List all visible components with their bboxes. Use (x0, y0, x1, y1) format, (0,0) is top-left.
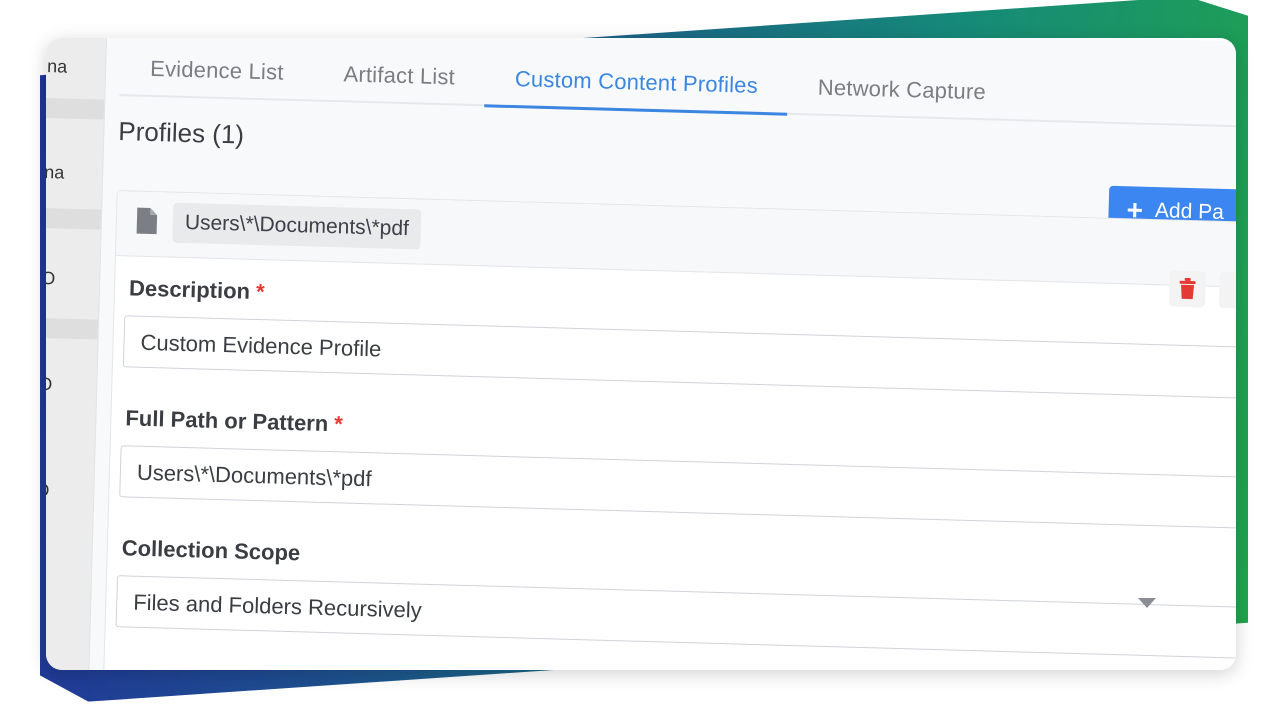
trash-icon (1179, 277, 1196, 300)
delete-profile-button[interactable] (1168, 270, 1206, 308)
sidebar-band (46, 97, 105, 120)
scope-label: Collection Scope (121, 535, 301, 566)
sidebar-text-fragment: na (46, 56, 68, 77)
description-label-text: Description (128, 275, 251, 304)
path-label: Full Path or Pattern * (125, 405, 343, 437)
profile-path-chip: Users\*\Documents\*pdf (172, 202, 422, 250)
sidebar-text-fragment: O (46, 373, 53, 395)
description-label: Description * (129, 275, 265, 305)
profile-card-header[interactable]: Users\*\Documents\*pdf (115, 191, 1236, 289)
document-icon (136, 207, 158, 235)
sidebar-text-fragment: O (46, 267, 56, 289)
description-input[interactable]: Custom Evidence Profile (122, 315, 1236, 400)
tab-custom-content-profiles[interactable]: Custom Content Profiles (484, 46, 789, 116)
path-label-text: Full Path or Pattern (125, 405, 329, 437)
path-input[interactable]: Users\*\Documents\*pdf (119, 445, 1236, 530)
sidebar-band (46, 207, 102, 230)
profile-options-button[interactable] (1218, 271, 1236, 309)
sidebar-text-fragment: O (46, 479, 50, 501)
tab-bar: Evidence List Artifact List Custom Conte… (119, 38, 1236, 128)
app-window: na na O O O Evidence List Artifact List … (46, 38, 1236, 670)
scope-select[interactable]: Files and Folders Recursively (115, 575, 1236, 660)
required-marker: * (255, 278, 265, 305)
sidebar-text-fragment: na (46, 162, 65, 183)
profile-card: Users\*\Documents\*pdf Description * Cust… (102, 190, 1236, 670)
sidebar-band (46, 317, 99, 340)
main-panel: Evidence List Artifact List Custom Conte… (87, 38, 1236, 670)
tab-evidence-list[interactable]: Evidence List (120, 38, 315, 97)
required-marker: * (333, 411, 344, 437)
profiles-heading: Profiles (1) (118, 116, 245, 150)
tab-artifact-list[interactable]: Artifact List (313, 41, 486, 102)
chevron-down-icon[interactable] (1138, 598, 1156, 608)
tab-network-capture[interactable]: Network Capture (787, 55, 1017, 117)
tilted-content: na na O O O Evidence List Artifact List … (46, 38, 1236, 670)
